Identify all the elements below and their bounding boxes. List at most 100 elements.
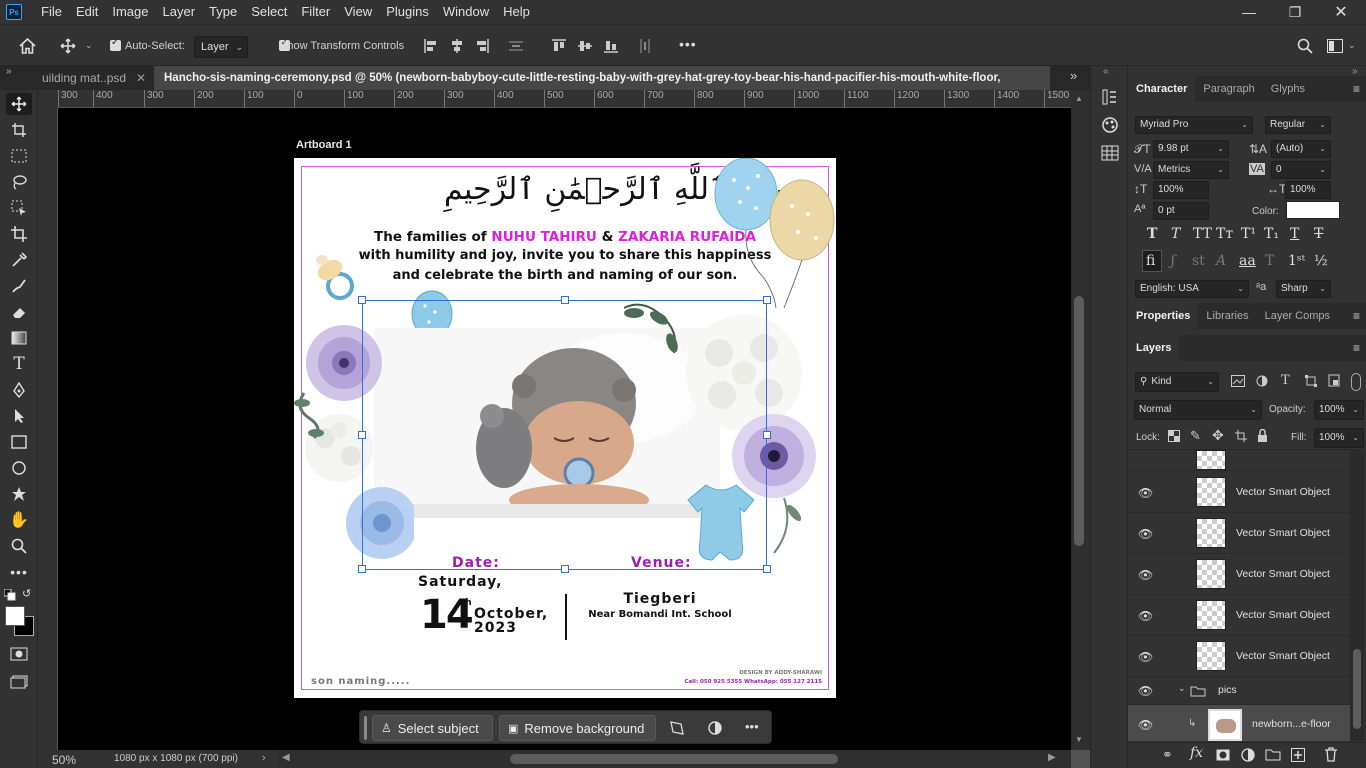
ellipse-tool-icon[interactable] <box>6 457 32 479</box>
tab-paragraph[interactable]: Paragraph <box>1195 76 1262 102</box>
adjustment-icon[interactable] <box>707 720 723 736</box>
layer-row[interactable]: 👁 Vector Smart Object <box>1128 595 1350 636</box>
pen-tool-icon[interactable] <box>6 379 32 401</box>
all-caps-icon[interactable]: TT <box>1193 226 1212 242</box>
filter-smart-object-icon[interactable] <box>1328 374 1340 387</box>
align-center-icon[interactable] <box>450 39 464 53</box>
chevron-down-icon[interactable]: ⌄ <box>1178 683 1186 694</box>
lock-transparent-icon[interactable] <box>1168 430 1180 442</box>
layer-row[interactable]: 👁 Vector Smart Object <box>1128 636 1350 677</box>
layer-row-selected[interactable]: 👁 ↳ newborn...e-floor <box>1128 705 1350 741</box>
horizontal-scale-field[interactable]: 100% <box>1285 181 1331 199</box>
delete-layer-icon[interactable] <box>1325 747 1337 762</box>
add-mask-icon[interactable] <box>1216 749 1230 761</box>
scrollbar-thumb[interactable] <box>510 754 838 764</box>
transform-handle-bottom[interactable] <box>561 565 569 573</box>
marquee-tool-icon[interactable] <box>6 145 32 167</box>
old-style-icon[interactable]: ʃ <box>1171 253 1175 269</box>
transform-bounding-box[interactable] <box>362 300 767 570</box>
scroll-right-icon[interactable]: ▶ <box>1048 752 1056 763</box>
scroll-left-icon[interactable]: ◀ <box>282 752 290 763</box>
close-icon[interactable]: ✕ <box>136 66 146 90</box>
eraser-tool-icon[interactable] <box>6 301 32 323</box>
invitation-card[interactable]: بِسۡمِ ٱللَّهِ ٱلرَّحۡمَٰنِ ٱلرَّحِيمِ T… <box>294 158 836 698</box>
superscript-icon[interactable]: T¹ <box>1241 226 1256 242</box>
search-icon[interactable] <box>1297 38 1313 54</box>
ruler-origin[interactable] <box>38 90 58 108</box>
baseline-shift-field[interactable]: 0 pt <box>1153 202 1209 220</box>
transform-handle-top-left[interactable] <box>358 296 366 304</box>
filter-shape-icon[interactable] <box>1305 375 1317 387</box>
tab-hancho-naming[interactable]: Hancho-sis-naming-ceremony.psd @ 50% (ne… <box>154 66 1050 108</box>
align-top-icon[interactable] <box>552 39 566 53</box>
visibility-eye-icon[interactable]: 👁 <box>1138 650 1153 664</box>
align-right-icon[interactable] <box>475 39 489 53</box>
new-adjustment-layer-icon[interactable] <box>1241 748 1255 762</box>
titling-alternates-icon[interactable]: aa <box>1239 253 1256 269</box>
quick-mask-icon[interactable] <box>10 647 28 661</box>
kerning-field[interactable]: Metrics ⌄ <box>1153 161 1229 179</box>
font-size-field[interactable]: 9.98 pt ⌄ <box>1153 140 1229 158</box>
link-layers-icon[interactable]: ⚭ <box>1162 747 1173 763</box>
transform-handle-bottom-left[interactable] <box>358 565 366 573</box>
eyedropper-tool-icon[interactable] <box>6 249 32 271</box>
ornaments-icon[interactable]: T <box>1265 253 1274 269</box>
foreground-color-swatch[interactable] <box>5 606 25 626</box>
move-tool-icon[interactable] <box>6 93 32 115</box>
transform-handle-left[interactable] <box>358 431 366 439</box>
leading-field[interactable]: (Auto) ⌄ <box>1271 140 1331 158</box>
object-selection-tool-icon[interactable] <box>6 197 32 219</box>
tab-libraries[interactable]: Libraries <box>1198 303 1256 329</box>
scrollbar-thumb[interactable] <box>1353 649 1361 729</box>
distribute-vertical-icon[interactable] <box>509 39 523 53</box>
tracking-field[interactable]: 0 ⌄ <box>1271 161 1331 179</box>
visibility-eye-icon[interactable]: 👁 <box>1138 568 1153 582</box>
layer-style-fx-icon[interactable]: fx <box>1190 745 1203 761</box>
vertical-scrollbar[interactable]: ▲ ▼ <box>1071 90 1090 750</box>
crop-tool-icon[interactable] <box>6 223 32 245</box>
layer-row[interactable] <box>1128 450 1350 471</box>
rectangle-tool-icon[interactable] <box>6 431 32 453</box>
menu-image[interactable]: Image <box>105 0 155 24</box>
menu-type[interactable]: Type <box>202 0 244 24</box>
blend-mode-select[interactable]: Normal ⌄ <box>1134 400 1262 420</box>
menu-filter[interactable]: Filter <box>294 0 337 24</box>
new-layer-icon[interactable] <box>1291 748 1305 762</box>
filter-toggle[interactable] <box>1351 373 1361 391</box>
ordinals-icon[interactable]: 1ˢᵗ <box>1288 253 1305 269</box>
visibility-eye-icon[interactable]: 👁 <box>1138 684 1153 698</box>
menu-help[interactable]: Help <box>496 0 537 24</box>
swap-colors-icon[interactable]: ↺ <box>22 587 31 600</box>
menu-file[interactable]: File <box>34 0 69 24</box>
workspace-icon[interactable] <box>1327 39 1343 53</box>
faux-italic-icon[interactable]: T <box>1171 226 1180 242</box>
faux-bold-icon[interactable]: T <box>1147 226 1157 242</box>
scroll-down-icon[interactable]: ▼ <box>1075 735 1083 744</box>
tab-overflow-icon[interactable]: » <box>1070 68 1077 83</box>
scrollbar-thumb[interactable] <box>1074 296 1084 546</box>
layer-row[interactable]: 👁 Vector Smart Object <box>1128 554 1350 595</box>
lock-image-icon[interactable]: ✎ <box>1190 428 1201 444</box>
lasso-tool-icon[interactable] <box>6 171 32 193</box>
language-select[interactable]: English: USA ⌄ <box>1135 280 1249 298</box>
artboard-tool-icon[interactable] <box>6 119 32 141</box>
menu-plugins[interactable]: Plugins <box>379 0 436 24</box>
opacity-field[interactable]: 100% ⌄ <box>1314 400 1364 420</box>
strikethrough-icon[interactable]: T <box>1314 226 1323 242</box>
font-family-select[interactable]: Myriad Pro ⌄ <box>1135 116 1253 134</box>
fractions-icon[interactable]: ½ <box>1314 253 1328 269</box>
document-info[interactable]: 1080 px x 1080 px (700 ppi) <box>114 753 238 764</box>
edit-toolbar-icon[interactable]: ••• <box>6 561 32 583</box>
transform-handle-top-right[interactable] <box>763 296 771 304</box>
underline-icon[interactable]: T <box>1290 226 1299 242</box>
visibility-eye-icon[interactable]: 👁 <box>1138 486 1153 500</box>
filter-adjustment-icon[interactable] <box>1256 375 1268 387</box>
fill-field[interactable]: 100% ⌄ <box>1314 428 1364 448</box>
tab-character[interactable]: Character <box>1128 76 1196 102</box>
minimize-icon[interactable]: — <box>1226 0 1272 24</box>
auto-select-dropdown[interactable]: Layer ⌄ <box>194 36 248 58</box>
color-palette-icon[interactable] <box>1101 116 1119 134</box>
tab-layer-comps[interactable]: Layer Comps <box>1257 303 1338 329</box>
panel-menu-icon[interactable]: ≡ <box>1353 76 1360 102</box>
transform-handle-top[interactable] <box>561 296 569 304</box>
